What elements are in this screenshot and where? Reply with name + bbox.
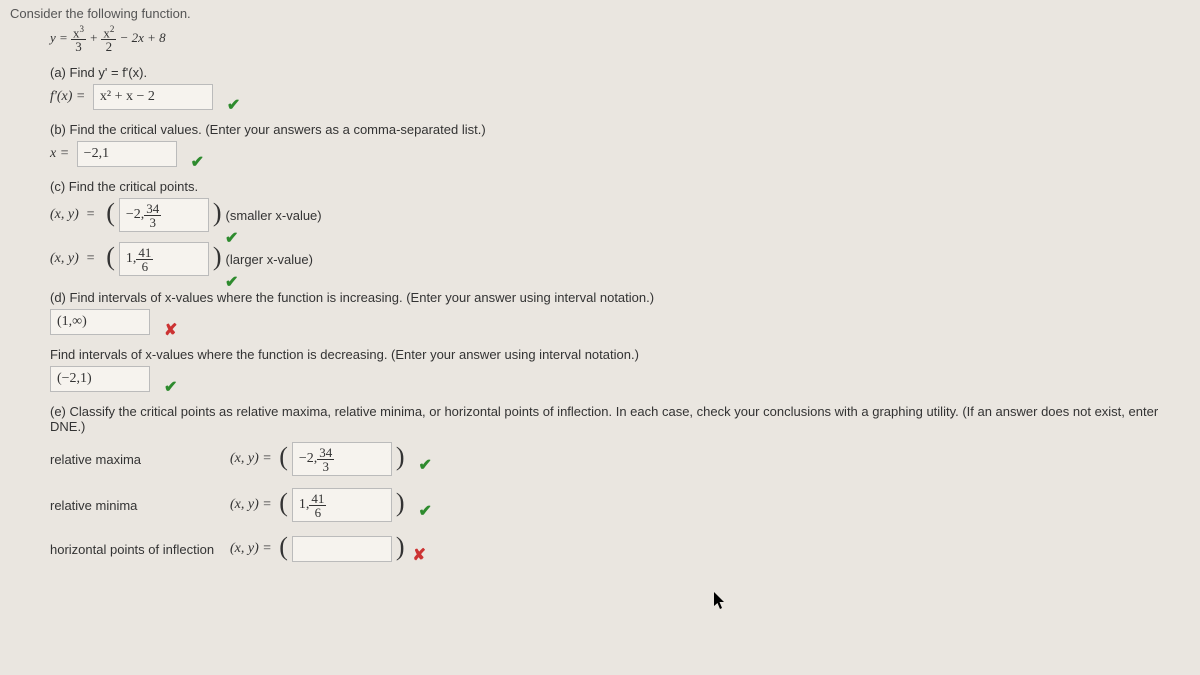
close-paren: ): [396, 488, 405, 518]
xy-lhs: (x, y) =: [230, 541, 275, 557]
part-a-lhs: f'(x) =: [50, 89, 89, 105]
check-icon: ✔: [227, 95, 240, 115]
check-icon: ✔: [225, 272, 238, 292]
open-paren: (: [279, 488, 288, 518]
close-paren: ): [396, 532, 405, 562]
close-paren: ): [396, 442, 405, 472]
check-icon: ✔: [419, 501, 432, 521]
part-a-answer-input[interactable]: x² + x − 2: [93, 84, 213, 110]
larger-x-hint: (larger x-value): [226, 252, 313, 267]
open-paren: (: [279, 532, 288, 562]
relative-minima-label: relative minima: [50, 498, 230, 513]
open-paren: (: [106, 242, 115, 272]
close-paren: ): [213, 242, 222, 272]
relative-maxima-input[interactable]: −2, 343: [292, 442, 392, 476]
check-icon: ✔: [164, 377, 177, 397]
check-icon: ✔: [191, 152, 204, 172]
part-e-prompt: (e) Classify the critical points as rela…: [50, 404, 1190, 434]
part-c-answer2-input[interactable]: 1, 416: [119, 242, 209, 276]
close-paren: ): [213, 198, 222, 228]
part-a-prompt: (a) Find y' = f'(x).: [50, 65, 1190, 80]
part-c-answer1-input[interactable]: −2, 343: [119, 198, 209, 232]
given-function: y = x33 + x22 − 2x + 8: [50, 25, 1190, 53]
xy-lhs: (x, y) =: [230, 451, 275, 467]
check-icon: ✔: [225, 228, 238, 248]
part-b-prompt: (b) Find the critical values. (Enter you…: [50, 122, 1190, 137]
horizontal-inflection-label: horizontal points of inflection: [50, 542, 230, 557]
cross-icon: ✘: [164, 320, 177, 340]
part-d-prompt2: Find intervals of x-values where the fun…: [50, 347, 1190, 362]
relative-maxima-label: relative maxima: [50, 452, 230, 467]
part-d-prompt1: (d) Find intervals of x-values where the…: [50, 290, 1190, 305]
part-b-lhs: x =: [50, 146, 73, 162]
equation: y = x33 + x22 − 2x + 8: [50, 25, 166, 53]
horizontal-inflection-input[interactable]: [292, 536, 392, 562]
open-paren: (: [279, 442, 288, 472]
part-c-prompt: (c) Find the critical points.: [50, 179, 1190, 194]
part-d-answer2-input[interactable]: (−2,1): [50, 366, 150, 392]
open-paren: (: [106, 198, 115, 228]
xy-lhs: (x, y) =: [50, 207, 102, 223]
check-icon: ✔: [419, 455, 432, 475]
xy-lhs: (x, y) =: [50, 251, 102, 267]
part-d-answer1-input[interactable]: (1,∞): [50, 309, 150, 335]
relative-minima-input[interactable]: 1, 416: [292, 488, 392, 522]
xy-lhs: (x, y) =: [230, 497, 275, 513]
page-header: Consider the following function.: [10, 6, 1190, 21]
cross-icon: ✘: [413, 545, 426, 565]
part-b-answer-input[interactable]: −2,1: [77, 141, 177, 167]
smaller-x-hint: (smaller x-value): [226, 208, 322, 223]
